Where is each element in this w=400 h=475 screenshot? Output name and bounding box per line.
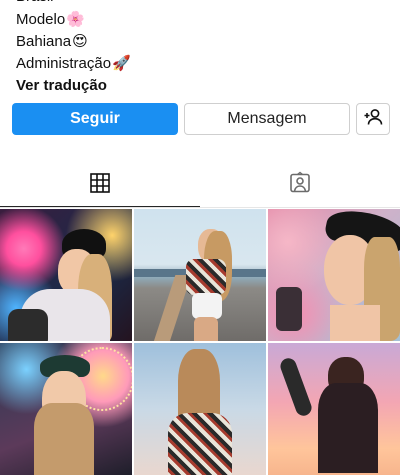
tab-tagged[interactable] (200, 163, 400, 207)
tab-posts-grid[interactable] (0, 163, 200, 207)
add-user-button[interactable] (356, 103, 390, 135)
message-button[interactable]: Mensagem (184, 103, 350, 135)
heart-eyes-emoji: 😍 (72, 32, 88, 50)
grid-icon (89, 172, 111, 199)
tagged-icon (288, 171, 312, 200)
bio-line-text: Modelo (16, 11, 66, 28)
bio-line-origin: Bahiana😍 (16, 30, 131, 52)
post-thumbnail[interactable] (268, 209, 400, 341)
bio-line-partial: Brasil (16, 0, 131, 8)
add-user-icon (363, 107, 383, 132)
profile-actions: Seguir Mensagem (12, 103, 390, 135)
post-thumbnail[interactable] (268, 343, 400, 475)
bio-line-occupation: Modelo🌸 (16, 8, 131, 30)
profile-bio: Brasil Modelo🌸 Bahiana😍 Administração🚀 V… (16, 0, 131, 97)
tabs-divider (0, 207, 400, 208)
post-thumbnail[interactable] (134, 343, 266, 475)
post-thumbnail[interactable] (134, 209, 266, 341)
see-translation-link[interactable]: Ver tradução (16, 75, 131, 97)
bio-line-study: Administração🚀 (16, 52, 131, 74)
posts-grid (0, 209, 400, 475)
post-thumbnail[interactable] (0, 209, 132, 341)
bio-line-text: Administração (16, 55, 112, 72)
follow-button[interactable]: Seguir (12, 103, 178, 135)
post-thumbnail[interactable] (0, 343, 132, 475)
bio-line-text: Bahiana (16, 33, 72, 50)
profile-tabs (0, 163, 400, 207)
rocket-emoji: 🚀 (112, 54, 131, 72)
flower-emoji: 🌸 (66, 10, 85, 28)
